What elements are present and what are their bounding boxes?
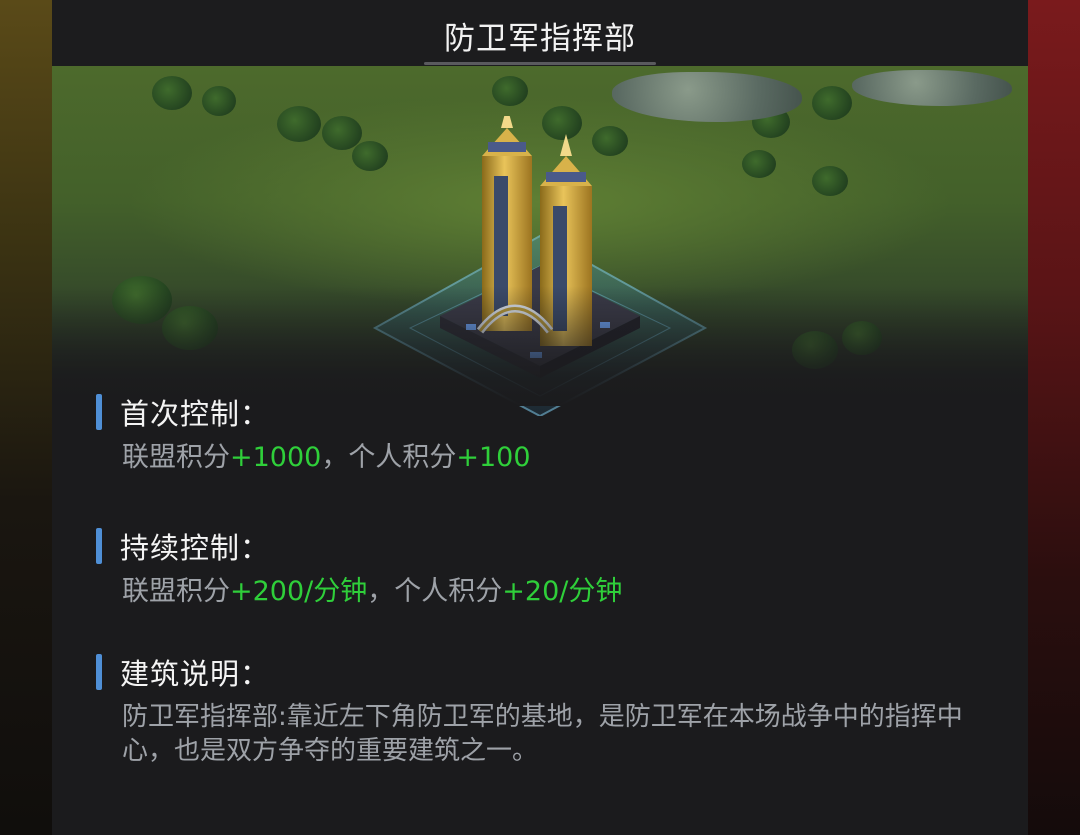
first-control-rewards: 联盟积分+1000，个人积分+100 [122, 440, 996, 476]
continuous-control-rewards: 联盟积分+200/分钟，个人积分+20/分钟 [122, 574, 996, 610]
building-description-section: 建筑说明： 防卫军指挥部:靠近左下角防卫军的基地，是防卫军在本场战争中的指挥中心… [96, 652, 996, 768]
building-description-text: 防卫军指挥部:靠近左下角防卫军的基地，是防卫军在本场战争中的指挥中心，也是双方争… [122, 702, 963, 766]
panel-title: 防卫军指挥部 [444, 20, 636, 57]
section-accent-bar [96, 394, 102, 430]
building-preview-scene [52, 66, 1028, 416]
alliance-points-value: +200/分钟 [230, 576, 368, 607]
first-control-section: 首次控制： 联盟积分+1000，个人积分+100 [96, 392, 996, 476]
first-control-title: 首次控制： [120, 397, 271, 431]
personal-points-label: 个人积分 [348, 442, 457, 473]
alliance-points-label: 联盟积分 [122, 442, 230, 473]
tree-decoration [812, 166, 848, 196]
background-right-edge [1028, 0, 1080, 835]
continuous-control-section: 持续控制： 联盟积分+200/分钟，个人积分+20/分钟 [96, 526, 996, 610]
tree-decoration [742, 150, 776, 178]
building-description-title: 建筑说明： [120, 657, 271, 691]
tree-decoration [492, 76, 528, 106]
building-info-panel: 防卫军指挥部 首次控制： 联盟积分+1000，个人积分+100 持续控制： 联盟… [52, 0, 1028, 835]
tree-decoration [152, 76, 192, 110]
personal-points-value: +20/分钟 [502, 576, 623, 607]
separator: ， [367, 576, 395, 607]
alliance-points-value: +1000 [230, 442, 322, 473]
rock-decoration [612, 72, 802, 122]
tree-decoration [277, 106, 321, 142]
tree-decoration [202, 86, 236, 116]
title-underline [424, 62, 656, 65]
section-accent-bar [96, 654, 102, 690]
scene-fade-overlay [52, 286, 1028, 406]
alliance-points-label: 联盟积分 [122, 576, 230, 607]
separator: ， [321, 442, 349, 473]
continuous-control-title: 持续控制： [120, 531, 271, 565]
personal-points-label: 个人积分 [394, 576, 503, 607]
tree-decoration [812, 86, 852, 120]
panel-header: 防卫军指挥部 [52, 0, 1028, 66]
personal-points-value: +100 [456, 442, 531, 473]
rock-decoration [852, 70, 1012, 106]
section-accent-bar [96, 528, 102, 564]
background-left-edge [0, 0, 52, 835]
